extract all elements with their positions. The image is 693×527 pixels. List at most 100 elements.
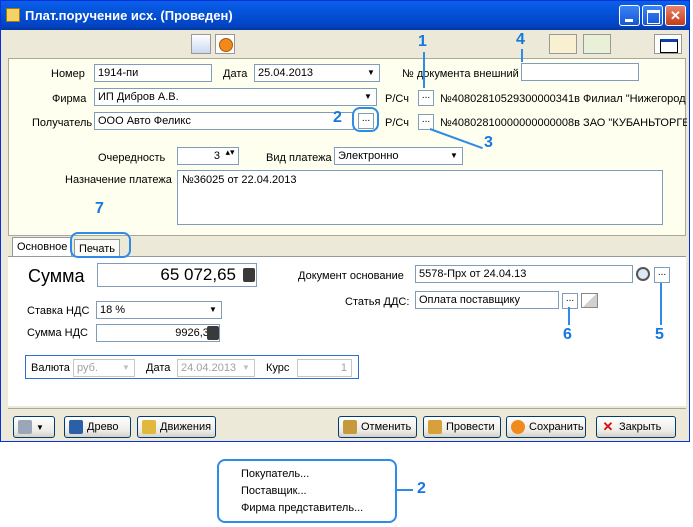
close-button-label: Закрыть: [619, 421, 662, 433]
print-button[interactable]: ▼: [13, 416, 55, 438]
callout-7: 7: [95, 200, 104, 217]
tree-button[interactable]: Древо: [64, 416, 131, 438]
payment-type-label: Вид платежа: [266, 152, 332, 164]
app-icon: [6, 8, 20, 22]
cancel-button[interactable]: Отменить: [338, 416, 417, 438]
callout-line-6: [568, 307, 570, 325]
cancel-icon: [343, 420, 357, 435]
currency-date-value: 24.04.2013: [181, 362, 237, 374]
tree-button-label: Древо: [87, 421, 119, 433]
window-title: Плат.поручение исх. (Проведен): [25, 8, 233, 23]
recipient-field[interactable]: ООО Авто Феликс: [94, 112, 354, 130]
tree-icon: [69, 420, 83, 435]
priority-value: 3: [213, 150, 220, 162]
chevron-down-icon: ▼: [36, 423, 44, 432]
save-icon: [511, 420, 525, 435]
calculator-icon[interactable]: [243, 268, 255, 282]
movements-button-label: Движения: [160, 421, 212, 433]
currency-date-label: Дата: [146, 362, 171, 374]
firm-account-value: №40802810529300000341в Филиал "Нижегород: [440, 93, 686, 105]
recipient-account-label: Р/Сч: [385, 117, 409, 129]
search-icon[interactable]: [636, 267, 650, 281]
purpose-label: Назначение платежа: [65, 174, 172, 186]
base-doc-label: Документ основание: [298, 270, 404, 282]
sum-field[interactable]: 65 072,65: [97, 263, 257, 287]
number-label: Номер: [51, 68, 85, 80]
maximize-button[interactable]: [642, 5, 663, 26]
callout-2b: 2: [417, 480, 426, 497]
number-field[interactable]: 1914-пи: [94, 64, 212, 82]
dds-label: Статья ДДС:: [345, 296, 410, 308]
menu-item-supplier[interactable]: Поставщик...: [241, 485, 307, 497]
payment-type-value: Электронно: [338, 150, 399, 162]
close-icon: ✕: [602, 419, 614, 435]
dds-select-button[interactable]: ...: [562, 293, 578, 309]
chevron-down-icon[interactable]: ▼: [446, 148, 462, 164]
rate-field[interactable]: 1: [297, 359, 352, 377]
recipient-account-value: №40802810000000000008в ЗАО "КУБАНЬТОРГЕ: [440, 117, 687, 129]
firm-account-label: Р/Сч: [385, 93, 409, 105]
toolbar-refresh-icon[interactable]: [215, 34, 235, 54]
ext-doc-field[interactable]: [521, 63, 639, 81]
calculator-icon[interactable]: [207, 326, 219, 340]
callout-line-4: [521, 49, 523, 62]
currency-label: Валюта: [31, 362, 70, 374]
callout-6: 6: [563, 326, 572, 343]
date-field[interactable]: 25.04.2013 ▼: [254, 64, 380, 82]
firm-account-select-button[interactable]: ...: [418, 90, 434, 106]
ext-doc-label: № документа внешний: [402, 68, 519, 80]
firm-value: ИП Дибров А.В.: [98, 91, 179, 103]
vat-sum-label: Сумма НДС: [27, 327, 88, 339]
firm-label: Фирма: [52, 93, 87, 105]
currency-select[interactable]: руб. ▼: [73, 359, 135, 377]
menu-item-buyer[interactable]: Покупатель...: [241, 468, 309, 480]
vat-rate-select[interactable]: 18 % ▼: [96, 301, 222, 319]
toolbar-users-icon[interactable]: [583, 34, 611, 54]
spinner-icon[interactable]: ▴▾: [222, 148, 238, 164]
base-doc-select-button[interactable]: ...: [654, 267, 670, 283]
purpose-textarea[interactable]: №36025 от 22.04.2013: [177, 170, 663, 225]
menu-item-representative-firm[interactable]: Фирма представитель...: [241, 502, 363, 514]
toolbar-copy-icon[interactable]: [191, 34, 211, 54]
recipient-label: Получатель: [32, 117, 93, 129]
chevron-down-icon[interactable]: ▼: [363, 65, 379, 81]
tab-main[interactable]: Основное: [12, 237, 73, 257]
rate-value: 1: [340, 362, 347, 374]
stamp-icon: [428, 420, 442, 435]
date-value: 25.04.2013: [258, 67, 314, 79]
cancel-button-label: Отменить: [361, 421, 412, 433]
save-button-label: Сохранить: [529, 421, 584, 433]
payment-order-window: Плат.поручение исх. (Проведен) ✕ Номер 1…: [0, 0, 690, 442]
minimize-button[interactable]: [619, 5, 640, 26]
callout-4: 4: [516, 31, 525, 48]
base-doc-field[interactable]: 5578-Прх от 24.04.13: [415, 265, 633, 283]
callout-3: 3: [484, 134, 493, 151]
movements-button[interactable]: Движения: [137, 416, 216, 438]
chevron-down-icon[interactable]: ▼: [360, 89, 376, 105]
close-window-button[interactable]: ✕: [665, 5, 686, 26]
toolbar-window-icon[interactable]: [654, 34, 682, 54]
callout-1: 1: [418, 33, 427, 50]
toolbar-key-icon[interactable]: [549, 34, 577, 54]
close-button[interactable]: ✕ Закрыть: [596, 416, 676, 438]
vat-rate-value: 18 %: [100, 304, 126, 316]
currency-date-field[interactable]: 24.04.2013 ▼: [177, 359, 255, 377]
callout-ring-2: [352, 107, 379, 132]
dds-field[interactable]: Оплата поставщику: [415, 291, 559, 309]
callout-line-2b: [397, 489, 413, 491]
payment-type-select[interactable]: Электронно ▼: [334, 147, 463, 165]
firm-field[interactable]: ИП Дибров А.В. ▼: [94, 88, 377, 106]
priority-field[interactable]: 3 ▴▾: [177, 147, 239, 165]
post-button[interactable]: Провести: [423, 416, 501, 438]
vat-sum-field[interactable]: 9926,34: [96, 324, 220, 342]
callout-2: 2: [333, 109, 342, 126]
chevron-down-icon[interactable]: ▼: [205, 302, 221, 318]
chevron-down-icon: ▼: [238, 360, 254, 376]
save-button[interactable]: Сохранить: [506, 416, 586, 438]
printer-icon: [18, 420, 32, 435]
sum-value: 65 072,65: [160, 265, 236, 284]
table-icon: [142, 420, 156, 435]
sum-label: Сумма: [28, 266, 85, 286]
vat-rate-label: Ставка НДС: [27, 305, 90, 317]
eraser-icon[interactable]: [581, 293, 598, 308]
